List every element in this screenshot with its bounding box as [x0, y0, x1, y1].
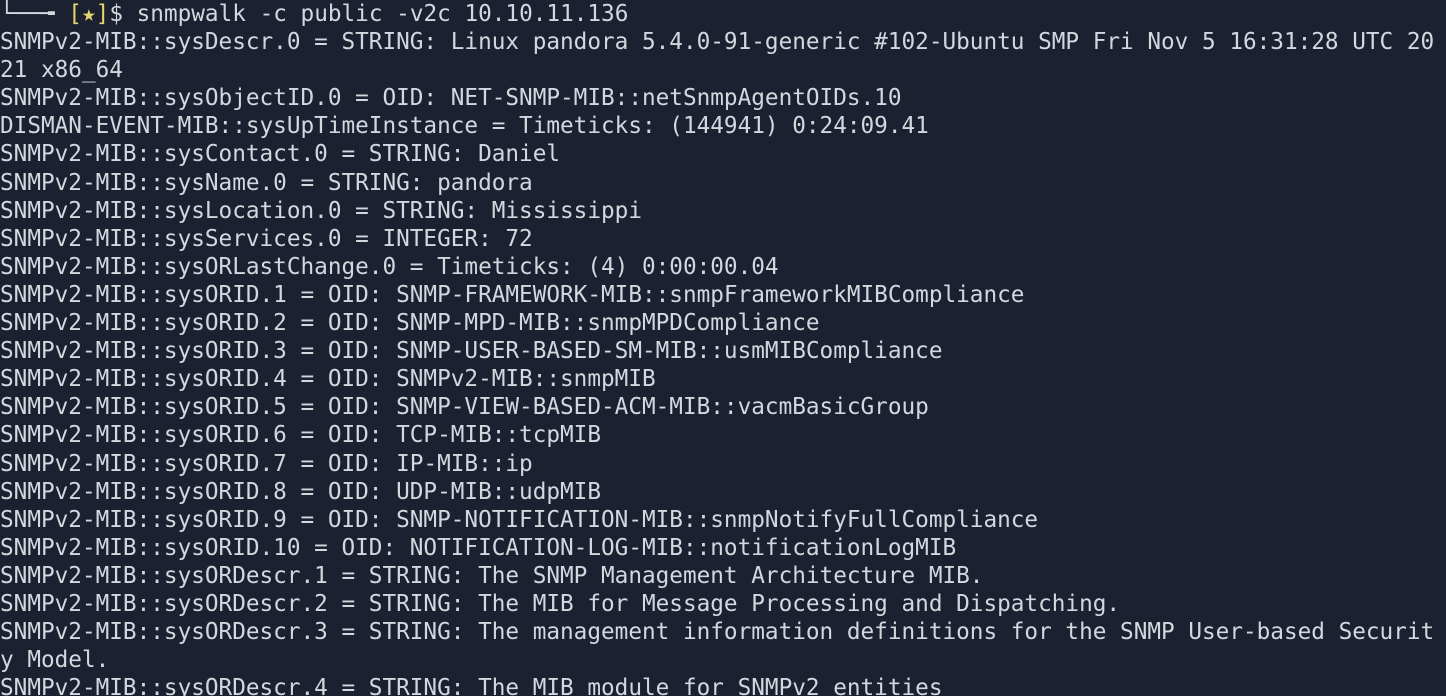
output-line: SNMPv2-MIB::sysName.0 = STRING: pandora: [0, 169, 533, 196]
output-line: SNMPv2-MIB::sysORDescr.1 = STRING: The S…: [0, 562, 984, 589]
output-line: SNMPv2-MIB::sysORID.10 = OID: NOTIFICATI…: [0, 534, 957, 561]
output-line: SNMPv2-MIB::sysORDescr.3 = STRING: The m…: [0, 619, 1435, 646]
output-line: SNMPv2-MIB::sysServices.0 = INTEGER: 72: [0, 225, 533, 252]
output-line: SNMPv2-MIB::sysORID.5 = OID: SNMP-VIEW-B…: [0, 394, 929, 421]
command-text: snmpwalk -c public -v2c 10.10.11.136: [136, 1, 629, 27]
output-line: 21 x86_64: [0, 57, 123, 84]
output-line: SNMPv2-MIB::sysORID.9 = OID: SNMP-NOTIFI…: [0, 506, 1039, 533]
output-line: SNMPv2-MIB::sysORLastChange.0 = Timetick…: [0, 253, 779, 280]
output-line: SNMPv2-MIB::sysObjectID.0 = OID: NET-SNM…: [0, 85, 902, 112]
prompt-symbol: $: [109, 1, 137, 27]
prompt-line: └──╼ [★]$ snmpwalk -c public -v2c 10.10.…: [0, 0, 1446, 28]
output-line: SNMPv2-MIB::sysLocation.0 = STRING: Miss…: [0, 197, 642, 224]
terminal-screen: └──╼ [★]$ snmpwalk -c public -v2c 10.10.…: [0, 0, 1446, 696]
star-icon: ★: [81, 1, 96, 27]
output-line: SNMPv2-MIB::sysORDescr.2 = STRING: The M…: [0, 590, 1121, 617]
output-line: SNMPv2-MIB::sysORID.3 = OID: SNMP-USER-B…: [0, 338, 943, 365]
output-line: DISMAN-EVENT-MIB::sysUpTimeInstance = Ti…: [0, 113, 929, 140]
output-line: SNMPv2-MIB::sysORDescr.4 = STRING: The M…: [0, 675, 943, 696]
prompt-bracket-open: [: [68, 1, 82, 27]
output-line: y Model.: [0, 647, 110, 674]
output-line: SNMPv2-MIB::sysORID.1 = OID: SNMP-FRAMEW…: [0, 281, 1025, 308]
terminal-window[interactable]: └──╼ [★]$ snmpwalk -c public -v2c 10.10.…: [0, 0, 1446, 696]
output-line: SNMPv2-MIB::sysORID.4 = OID: SNMPv2-MIB:…: [0, 366, 656, 393]
output-line: SNMPv2-MIB::sysORID.2 = OID: SNMP-MPD-MI…: [0, 310, 820, 337]
output-line: SNMPv2-MIB::sysORID.8 = OID: UDP-MIB::ud…: [0, 478, 601, 505]
output-line: SNMPv2-MIB::sysDescr.0 = STRING: Linux p…: [0, 29, 1435, 56]
output-line: SNMPv2-MIB::sysContact.0 = STRING: Danie…: [0, 141, 561, 168]
output-line: SNMPv2-MIB::sysORID.7 = OID: IP-MIB::ip: [0, 450, 533, 477]
prompt-bracket-close: ]: [95, 1, 110, 27]
output-line: SNMPv2-MIB::sysORID.6 = OID: TCP-MIB::tc…: [0, 422, 601, 449]
prompt-branch: └──╼: [0, 1, 69, 27]
